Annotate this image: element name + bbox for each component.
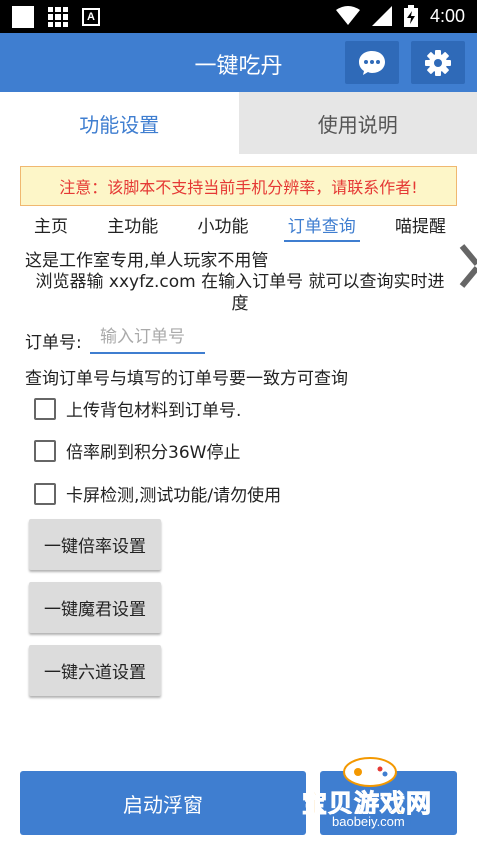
app-title: 一键吃丹 xyxy=(194,54,283,79)
sub-tabs: 主页 主功能 小功能 订单查询 喵提醒 xyxy=(30,212,450,242)
font-icon: A xyxy=(82,8,100,26)
chat-icon xyxy=(359,50,385,75)
resolution-warning: 注意：该脚本不支持当前手机分辨率，请联系作者! xyxy=(20,166,457,206)
order-hint: 查询订单号与填写的订单号要一致方可查询 xyxy=(25,369,348,389)
subtab-order-query[interactable]: 订单查询 xyxy=(283,212,360,242)
six-paths-setup-button[interactable]: 一键六道设置 xyxy=(29,645,161,696)
upload-materials-option[interactable]: 上传背包材料到订单号. xyxy=(34,396,241,421)
screen-freeze-checkbox[interactable] xyxy=(34,482,56,505)
stop-at-36w-option[interactable]: 倍率刷到积分36W停止 xyxy=(34,438,240,463)
notification-icon xyxy=(12,6,34,28)
browser-instructions: 浏览器输 xxyfz.com 在输入订单号 就可以查询实时进度 xyxy=(35,272,445,314)
wifi-icon xyxy=(335,6,360,25)
gear-icon xyxy=(425,49,451,76)
chat-button[interactable] xyxy=(345,41,399,84)
main-tabs: 功能设置 使用说明 xyxy=(0,92,477,154)
grid-icon xyxy=(48,7,68,27)
order-number-label: 订单号: xyxy=(25,333,82,353)
demon-lord-setup-button[interactable]: 一键魔君设置 xyxy=(29,582,161,633)
start-floating-window-button[interactable]: 启动浮窗 xyxy=(20,771,306,835)
tab-function-settings[interactable]: 功能设置 xyxy=(0,92,239,154)
stop-at-36w-checkbox[interactable] xyxy=(34,439,56,462)
order-number-input[interactable] xyxy=(90,322,205,354)
stop-at-36w-label: 倍率刷到积分36W停止 xyxy=(66,443,241,463)
battery-icon xyxy=(403,5,418,27)
upload-materials-label: 上传背包材料到订单号. xyxy=(66,401,242,421)
screen-freeze-option[interactable]: 卡屏检测,测试功能/请勿使用 xyxy=(34,481,281,506)
secondary-button[interactable] xyxy=(320,771,457,835)
rate-setup-button[interactable]: 一键倍率设置 xyxy=(29,519,161,570)
status-bar: A 4:00 xyxy=(0,0,477,33)
studio-note: 这是工作室专用,单人玩家不用管 xyxy=(25,251,269,271)
subtab-small-function[interactable]: 小功能 xyxy=(194,212,253,240)
clock: 4:00 xyxy=(429,5,465,26)
subtab-meow-reminder[interactable]: 喵提醒 xyxy=(391,212,450,240)
tab-instructions[interactable]: 使用说明 xyxy=(238,92,477,154)
signal-icon xyxy=(371,6,392,26)
app-bar: 一键吃丹 xyxy=(0,33,477,92)
screen-freeze-label: 卡屏检测,测试功能/请勿使用 xyxy=(66,486,282,506)
settings-button[interactable] xyxy=(411,41,465,84)
upload-materials-checkbox[interactable] xyxy=(34,397,56,420)
subtab-main-function[interactable]: 主功能 xyxy=(103,212,162,240)
subtab-home[interactable]: 主页 xyxy=(30,212,72,240)
close-icon[interactable] xyxy=(458,244,477,288)
